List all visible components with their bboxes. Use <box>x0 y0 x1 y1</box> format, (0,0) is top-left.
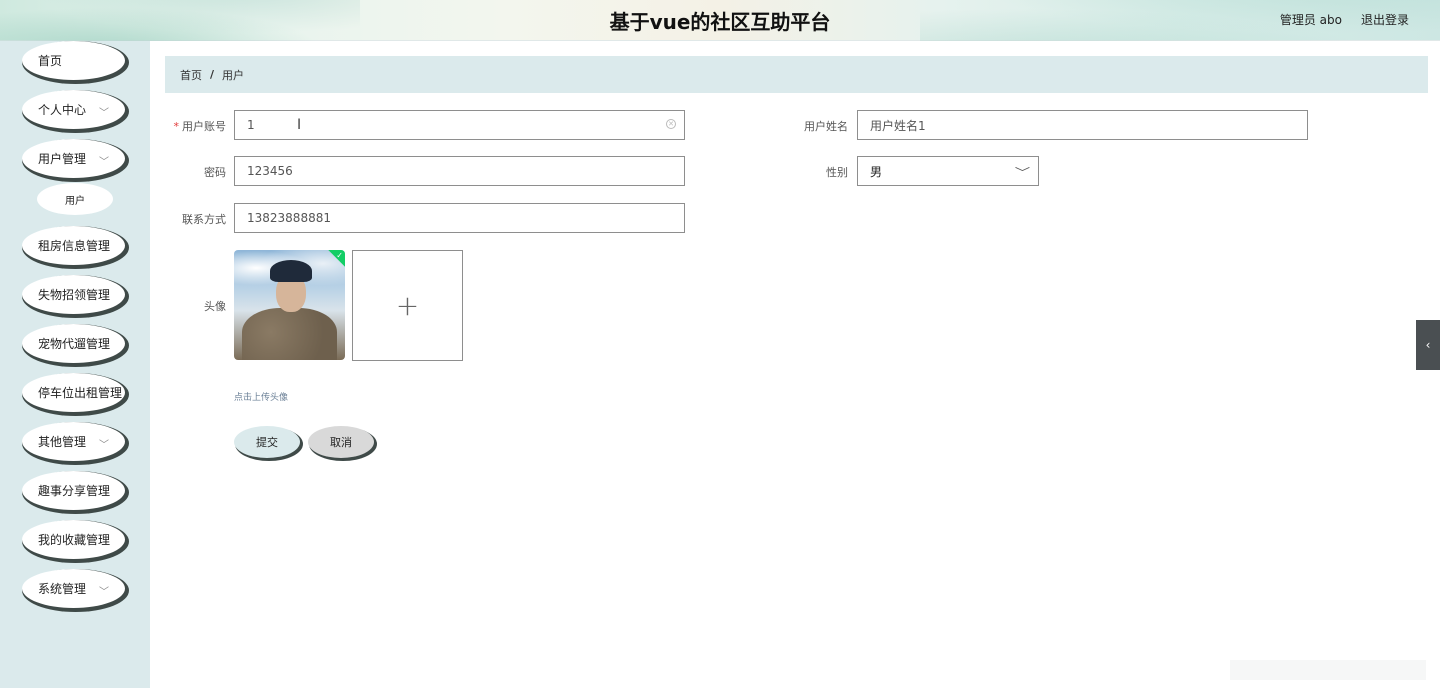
sidebar-item-lost-found[interactable]: 失物招领管理 <box>22 275 125 314</box>
name-input[interactable]: 用户姓名1 <box>857 110 1308 140</box>
app-title: 基于vue的社区互助平台 <box>609 10 831 34</box>
avatar-photo-body <box>242 308 337 360</box>
phone-value: 13823888881 <box>247 211 331 225</box>
breadcrumb: 首页 / 用户 <box>165 56 1428 93</box>
sidebar-item-home[interactable]: 首页 <box>22 41 125 80</box>
breadcrumb-separator: / <box>210 68 215 81</box>
sidebar-item-system-management[interactable]: 系统管理 ﹀ <box>22 569 125 608</box>
clear-icon[interactable]: ✕ <box>666 119 676 129</box>
sidebar-subitem-label: 用户 <box>65 195 85 207</box>
logout-link[interactable]: 退出登录 <box>1361 11 1409 28</box>
gender-select[interactable]: 男 ﹀ <box>857 156 1039 186</box>
chevron-down-icon: ﹀ <box>99 157 109 168</box>
breadcrumb-current: 用户 <box>222 68 245 82</box>
sidebar-item-label: 宠物代遛管理 <box>38 337 111 351</box>
name-label: 用户姓名 <box>804 120 848 133</box>
avatar-label: 头像 <box>204 300 226 313</box>
current-user-label: 管理员 abo <box>1279 13 1342 27</box>
sidebar-item-fun-sharing[interactable]: 趣事分享管理 <box>22 471 125 510</box>
gender-label: 性别 <box>826 166 848 179</box>
check-icon: ✓ <box>336 251 343 260</box>
password-input[interactable]: 123456 <box>234 156 685 186</box>
sidebar-item-user-management[interactable]: 用户管理 ﹀ <box>22 139 125 178</box>
sidebar-item-label: 首页 <box>38 54 63 68</box>
app-header: 基于vue的社区互助平台 管理员 abo 退出登录 <box>0 0 1440 41</box>
breadcrumb-home-link[interactable]: 首页 <box>180 67 202 83</box>
sidebar-item-label: 个人中心 <box>38 103 87 117</box>
account-label-text: 用户账号 <box>182 120 226 133</box>
sidebar-item-pet-walking[interactable]: 宠物代遛管理 <box>22 324 125 363</box>
sidebar-item-label: 停车位出租管理 <box>38 386 123 400</box>
gender-value: 男 <box>870 164 883 179</box>
avatar-photo-cap <box>270 260 312 282</box>
sidebar-item-my-favorites[interactable]: 我的收藏管理 <box>22 520 125 559</box>
sidebar-item-label: 我的收藏管理 <box>38 533 111 547</box>
submit-button[interactable]: 提交 <box>234 426 300 458</box>
sidebar-item-parking-rental[interactable]: 停车位出租管理 <box>22 373 125 412</box>
upload-tip: 点击上传头像 <box>234 393 289 403</box>
corner-overlay <box>1230 660 1426 680</box>
cancel-button[interactable]: 取消 <box>308 426 374 458</box>
sidebar-item-label: 用户管理 <box>38 152 87 166</box>
avatar-thumbnail[interactable]: ✓ <box>234 250 345 360</box>
sidebar-item-label: 失物招领管理 <box>38 288 111 302</box>
chevron-down-icon: ﹀ <box>1014 166 1031 179</box>
account-value: 1 <box>247 118 255 132</box>
plus-icon: + <box>395 289 420 322</box>
password-label: 密码 <box>204 166 226 179</box>
chevron-down-icon: ﹀ <box>99 587 109 598</box>
text-cursor-icon: I <box>297 117 302 133</box>
account-input[interactable]: 1 I ✕ <box>234 110 685 140</box>
sidebar: 首页 个人中心 ﹀ 用户管理 ﹀ 用户 租房信息管理 失物招领管理 宠物代遛管理… <box>0 41 150 688</box>
chevron-left-icon: ‹ <box>1425 338 1431 352</box>
sidebar-item-label: 系统管理 <box>38 582 87 596</box>
sidebar-subitem-user[interactable]: 用户 <box>37 183 113 215</box>
avatar-upload-button[interactable]: + <box>352 250 463 361</box>
side-panel-toggle[interactable]: ‹ <box>1416 320 1440 370</box>
phone-input[interactable]: 13823888881 <box>234 203 685 233</box>
chevron-down-icon: ﹀ <box>99 440 109 451</box>
name-value: 用户姓名1 <box>870 118 926 133</box>
chevron-down-icon: ﹀ <box>99 108 109 119</box>
sidebar-item-label: 趣事分享管理 <box>38 484 111 498</box>
sidebar-item-other-management[interactable]: 其他管理 ﹀ <box>22 422 125 461</box>
password-value: 123456 <box>247 164 293 178</box>
phone-label: 联系方式 <box>182 213 226 226</box>
sidebar-item-label: 租房信息管理 <box>38 239 111 253</box>
sidebar-item-label: 其他管理 <box>38 435 87 449</box>
account-label: * 用户账号 <box>136 118 227 134</box>
sidebar-item-personal-center[interactable]: 个人中心 ﹀ <box>22 90 125 129</box>
sidebar-item-rental-info[interactable]: 租房信息管理 <box>22 226 125 265</box>
required-asterisk: * <box>173 120 180 133</box>
